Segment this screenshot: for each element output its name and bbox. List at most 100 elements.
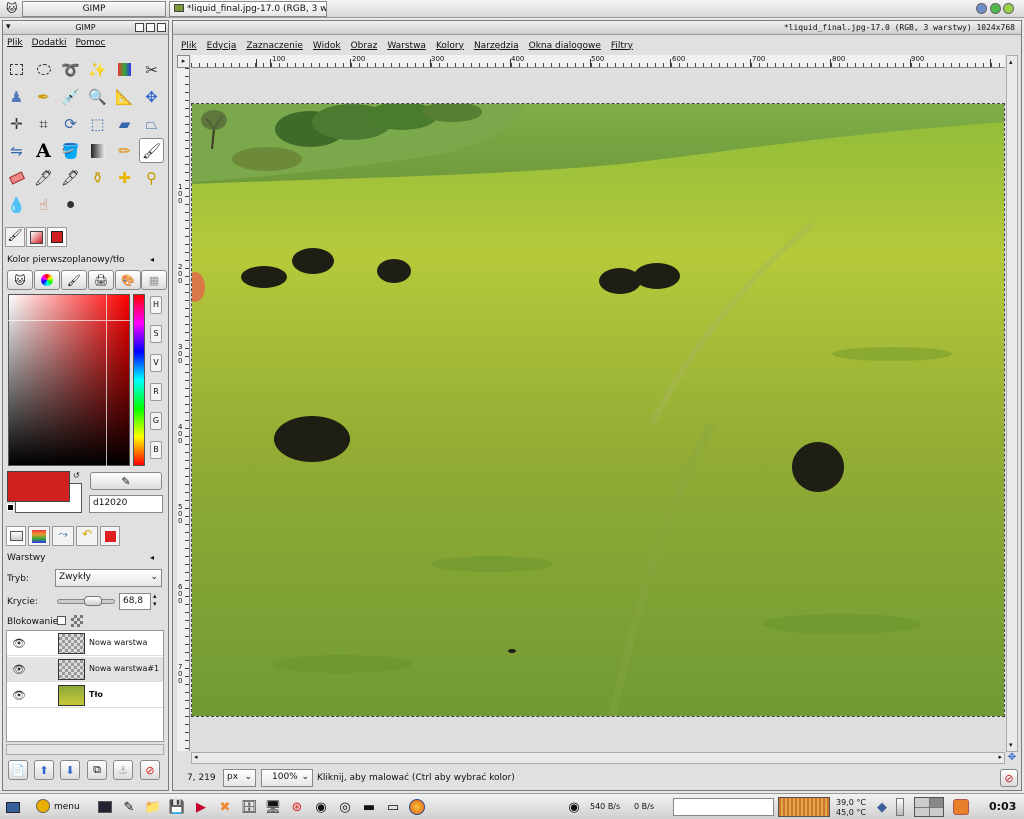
layers-scrollbar[interactable] xyxy=(6,744,164,755)
disk-icon[interactable]: 🗄 xyxy=(240,798,258,816)
monitor-icon[interactable]: 🖥 xyxy=(264,798,282,816)
foreground-select-tool[interactable]: ♟ xyxy=(4,84,29,109)
rotate-tool[interactable]: ⟳ xyxy=(58,111,83,136)
text-editor-icon[interactable]: ✎ xyxy=(120,798,138,816)
mode-s-button[interactable]: S xyxy=(150,325,162,343)
camera-icon[interactable]: ◎ xyxy=(336,798,354,816)
zoom-tool[interactable]: 🔍 xyxy=(85,84,110,109)
vertical-ruler[interactable]: 100 200 300 400 500 600 700 xyxy=(177,68,190,751)
vertical-scrollbar[interactable]: ▴ ▾ xyxy=(1006,55,1018,752)
flip-tool[interactable]: ⇋ xyxy=(4,138,29,163)
scale-tool[interactable]: ⬚ xyxy=(85,111,110,136)
tool-options-tab[interactable]: 🖌 xyxy=(5,227,25,247)
dodge-burn-tool[interactable]: ⚫ xyxy=(58,192,83,217)
default-colors-icon[interactable] xyxy=(7,504,14,511)
color-wheel-button[interactable] xyxy=(34,270,60,290)
red-app-icon[interactable]: ⊛ xyxy=(288,798,306,816)
opacity-field[interactable]: 68,8 xyxy=(119,593,151,610)
eye-icon[interactable]: 👁 xyxy=(12,637,26,650)
pencil-tool[interactable]: ✏ xyxy=(112,138,137,163)
crop-tool[interactable]: ⌗ xyxy=(31,111,56,136)
unit-select[interactable]: px ⌄ xyxy=(223,769,256,787)
navigate-icon[interactable]: ✥ xyxy=(1006,752,1018,764)
delete-layer-button[interactable]: ⊘ xyxy=(140,760,160,780)
bluetooth-icon[interactable]: ◆ xyxy=(873,798,891,816)
anchor-layer-button[interactable]: ⚓ xyxy=(113,760,133,780)
menu-plik[interactable]: Plik xyxy=(181,41,197,51)
window-icon[interactable]: ▭ xyxy=(384,798,402,816)
mode-h-button[interactable]: H xyxy=(150,296,162,314)
minimize-button[interactable] xyxy=(135,23,144,32)
panel-menu-icon[interactable]: ◂ xyxy=(150,255,154,264)
fuzzy-select-tool[interactable]: ✨ xyxy=(85,57,110,82)
image-canvas[interactable] xyxy=(191,103,1005,717)
lock-alpha-icon[interactable] xyxy=(71,615,83,627)
taskbar-text-field[interactable] xyxy=(673,798,774,816)
menu-filtry[interactable]: Filtry xyxy=(611,41,633,51)
workspace-switcher[interactable] xyxy=(914,797,944,817)
lower-layer-button[interactable]: ⬇ xyxy=(60,760,80,780)
scroll-right-icon[interactable]: ▸ xyxy=(998,753,1002,761)
mode-v-button[interactable]: V xyxy=(150,354,162,372)
status-green-icon[interactable] xyxy=(990,3,1001,14)
terminal-icon[interactable] xyxy=(96,798,114,816)
blend-tool[interactable] xyxy=(85,138,110,163)
select-by-color-tool[interactable] xyxy=(112,57,137,82)
raise-layer-button[interactable]: ⬆ xyxy=(34,760,54,780)
file-manager-icon[interactable]: 📁 xyxy=(144,798,162,816)
canvas-area[interactable] xyxy=(191,69,1005,751)
channels-tab[interactable] xyxy=(28,526,50,546)
perspective-clone-tool[interactable]: ⚲ xyxy=(139,165,164,190)
menu-plik[interactable]: Plik xyxy=(7,38,23,48)
hue-strip[interactable] xyxy=(133,294,145,466)
perspective-tool[interactable]: ⏢ xyxy=(139,111,164,136)
scroll-left-icon[interactable]: ◂ xyxy=(194,753,198,761)
update-icon[interactable] xyxy=(976,3,987,14)
scissors-tool[interactable]: ✂ xyxy=(139,57,164,82)
video-icon[interactable]: ▬ xyxy=(360,798,378,816)
colors-tab[interactable] xyxy=(47,227,67,247)
measure-tool[interactable]: 📐 xyxy=(112,84,137,109)
palette-button[interactable]: ▦ xyxy=(141,270,167,290)
status-green-icon[interactable] xyxy=(1003,3,1014,14)
menu-narzedzia[interactable]: Narzędzia xyxy=(474,41,519,51)
system-menu-icon[interactable]: 🐱 xyxy=(6,2,22,16)
gimp-selector-button[interactable]: 🐱 xyxy=(7,270,33,290)
panel-menu-icon[interactable]: ◂ xyxy=(150,553,154,562)
menu-kolory[interactable]: Kolory xyxy=(436,41,464,51)
menu-button[interactable]: menu xyxy=(36,797,86,817)
text-tool[interactable]: A xyxy=(31,138,56,163)
move-tool[interactable]: ✥ xyxy=(139,84,164,109)
network-icon[interactable]: ◉ xyxy=(312,798,330,816)
cancel-button[interactable]: ⊘ xyxy=(1000,769,1018,787)
task-image-window[interactable]: *liquid_final.jpg-17.0 (RGB, 3 war... xyxy=(169,1,327,17)
paths-tool[interactable]: ✒ xyxy=(31,84,56,109)
bucket-fill-tool[interactable]: 🪣 xyxy=(58,138,83,163)
menu-edycja[interactable]: Edycja xyxy=(207,41,237,51)
show-desktop-icon[interactable] xyxy=(4,798,22,816)
spin-arrows-icon[interactable]: ▴ ▾ xyxy=(153,592,157,608)
menu-warstwa[interactable]: Warstwa xyxy=(387,41,426,51)
zoom-select[interactable]: 100% ⌄ xyxy=(261,769,313,787)
mode-g-button[interactable]: G xyxy=(150,412,162,430)
paths-tab[interactable]: ⤳ xyxy=(52,526,74,546)
eye-icon[interactable]: 👁 xyxy=(12,663,26,676)
horizontal-scrollbar[interactable]: ◂ ▸ xyxy=(191,752,1005,764)
foreground-color-swatch[interactable] xyxy=(7,471,70,502)
window-menu-icon[interactable]: ▾ xyxy=(6,21,11,34)
swap-colors-icon[interactable]: ↺ xyxy=(73,471,80,480)
layer-row[interactable]: 👁 Nowa warstwa#1 xyxy=(7,657,163,682)
shear-tool[interactable]: ▰ xyxy=(112,111,137,136)
scale-button[interactable]: 🎨 xyxy=(115,270,141,290)
ellipse-select-tool[interactable] xyxy=(31,57,56,82)
ink-tool[interactable]: 🖋 xyxy=(58,165,83,190)
color-picker-tool[interactable]: 💉 xyxy=(58,84,83,109)
airbrush-tool[interactable]: 🖊 xyxy=(31,165,56,190)
align-tool[interactable]: ✛ xyxy=(4,111,29,136)
clone-tool[interactable]: ⚱ xyxy=(85,165,110,190)
menu-dodatki[interactable]: Dodatki xyxy=(32,38,67,48)
opacity-slider-handle[interactable] xyxy=(84,596,102,606)
layers-tab[interactable] xyxy=(6,526,26,546)
scroll-up-icon[interactable]: ▴ xyxy=(1009,58,1013,66)
brushes-tab[interactable] xyxy=(26,227,46,247)
